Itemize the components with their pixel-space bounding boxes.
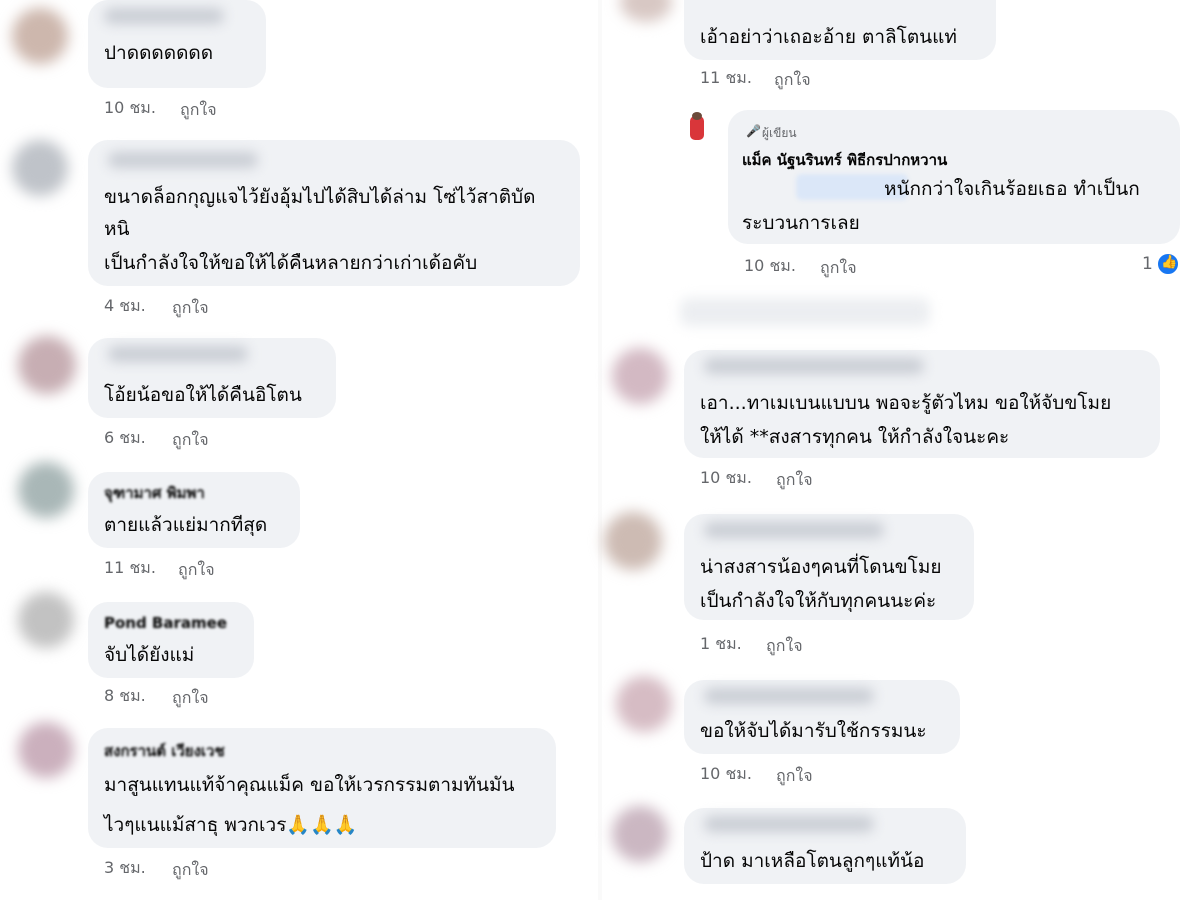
author-badge: ผู้เขียน [762,126,797,140]
comment-time[interactable]: 8 ชม. [104,684,146,709]
comment-text: เป็นกำลังใจให้กับทุกคนนะค่ะ [700,590,937,612]
like-button[interactable]: ถูกใจ [178,558,215,583]
commenter-name[interactable] [704,816,874,832]
comment-bubble: Pond Baramee จับได้ยังแม่ [88,602,254,678]
comment-bubble: น่าสงสารน้องๆคนที่โดนขโมย เป็นกำลังใจให้… [684,514,974,620]
commenter-name[interactable]: จุฑามาศ พิมพา [104,484,205,502]
comment-text: ปาดดดดดดด [104,42,214,64]
avatar[interactable] [12,140,68,196]
commenter-name[interactable] [704,358,924,374]
commenter-name[interactable] [104,8,224,24]
avatar[interactable] [612,348,668,404]
comment-time[interactable]: 10 ชม. [700,762,752,787]
avatar[interactable] [612,806,668,862]
like-button[interactable]: ถูกใจ [180,98,217,123]
comment-bubble: จุฑามาศ พิมพา ตายแล้วแย่มากทีสุด [88,472,300,548]
commenter-name[interactable] [108,152,258,168]
like-button[interactable]: ถูกใจ [766,634,803,659]
comment-time[interactable]: 11 ชม. [104,556,156,581]
like-button[interactable]: ถูกใจ [776,468,813,493]
like-button[interactable]: ถูกใจ [776,764,813,789]
commenter-name[interactable]: Pond Baramee [104,614,227,632]
comment-text: หนิ [104,218,130,240]
comment-text: เป็นกำลังใจให้ขอให้ได้คืนหลายกว่าเก่าเด้… [104,252,478,274]
avatar[interactable] [604,512,662,570]
avatar[interactable] [18,722,74,778]
microphone-icon: 🎤 [746,124,761,138]
avatar[interactable] [18,462,74,518]
commenter-name[interactable]: สงกรานต์ เวียงเวช [104,742,225,760]
author-avatar-figure-head [692,112,702,120]
commenter-name[interactable] [704,688,874,704]
comment-text: ขนาดล็อกกุญแจไว้ยังอุ้มไปได้สิบได้ล่าม โ… [104,186,536,208]
like-reaction-icon[interactable]: 👍 [1156,252,1180,276]
comment-time[interactable]: 10 ชม. [104,96,156,121]
comment-text: ป้าด มาเหลือโตนลูกๆแท้น้อ [700,850,925,872]
avatar[interactable] [620,0,672,22]
comment-text: มาสูนแทนแท้จ้าคุณแม็ค ขอให้เวรกรรมตามทัน… [104,774,515,796]
commenter-name[interactable] [108,346,248,362]
comment-bubble: โอ้ยน้อขอให้ได้คืนอิโตน [88,338,336,418]
commenter-name[interactable] [704,522,884,538]
like-button[interactable]: ถูกใจ [774,68,811,93]
comment-time[interactable]: 3 ชม. [104,856,146,881]
comment-text: เอ้าอย่าว่าเถอะอ้าย ตาลิโตนแท่ [700,26,957,48]
comment-bubble: ปาดดดดดดด [88,0,266,88]
comment-bubble: สงกรานต์ เวียงเวช มาสูนแทนแท้จ้าคุณแม็ค … [88,728,556,848]
comment-time[interactable]: 1 ชม. [700,632,742,657]
avatar[interactable] [616,676,672,732]
blurred-name [680,298,930,326]
avatar[interactable] [18,592,74,648]
comment-bubble: ขอให้จับได้มารับใช้กรรมนะ [684,680,960,754]
reaction-count[interactable]: 1 [1142,254,1153,274]
comment-bubble: เอ้าอย่าว่าเถอะอ้าย ตาลิโตนแท่ [684,0,996,60]
comment-time[interactable]: 10 ชม. [700,466,752,491]
comment-text: โอ้ยน้อขอให้ได้คืนอิโตน [104,384,302,406]
comment-text: ระบวนการเลย [742,212,860,234]
comment-text: เอา...ทาเมเบนแบบน พอจะรู้ตัวไหม ขอให้จับ… [700,392,1112,414]
like-button[interactable]: ถูกใจ [172,296,209,321]
comment-text: ให้ได้ **สงสารทุกคน ให้กำลังใจนะคะ [700,426,1010,448]
comment-text: น่าสงสารน้องๆคนที่โดนขโมย [700,556,942,578]
comment-bubble: ขนาดล็อกกุญแจไว้ยังอุ้มไปได้สิบได้ล่าม โ… [88,140,580,286]
thumbs-up-icon: 👍 [1161,255,1178,270]
like-button[interactable]: ถูกใจ [172,858,209,883]
author-avatar[interactable] [680,110,714,144]
avatar[interactable] [12,8,68,64]
commenter-name[interactable]: แม็ค นัฐนรินทร์ พิธีกรปากหวาน [742,148,947,172]
comment-time[interactable]: 11 ชม. [700,66,752,91]
comment-time[interactable]: 10 ชม. [744,254,796,279]
comment-bubble: ป้าด มาเหลือโตนลูกๆแท้น้อ [684,808,966,884]
comment-bubble: 🎤 ผู้เขียน แม็ค นัฐนรินทร์ พิธีกรปากหวาน… [728,110,1180,244]
comment-text: จับได้ยังแม่ [104,644,195,666]
comment-bubble: เอา...ทาเมเบนแบบน พอจะรู้ตัวไหม ขอให้จับ… [684,350,1160,458]
comment-time[interactable]: 6 ชม. [104,426,146,451]
like-button[interactable]: ถูกใจ [172,428,209,453]
like-button[interactable]: ถูกใจ [172,686,209,711]
like-button[interactable]: ถูกใจ [820,256,857,281]
avatar[interactable] [18,336,76,394]
comment-text: ขอให้จับได้มารับใช้กรรมนะ [700,720,927,742]
comment-text: ไวๆแนแม้สาธุ พวกเวร🙏🙏🙏 [104,814,358,836]
comment-text: หนักกว่าใจเกินร้อยเธอ ทำเป็นก [884,178,1140,200]
comment-text: ตายแล้วแย่มากทีสุด [104,514,268,536]
column-divider [598,0,602,900]
comment-time[interactable]: 4 ชม. [104,294,146,319]
